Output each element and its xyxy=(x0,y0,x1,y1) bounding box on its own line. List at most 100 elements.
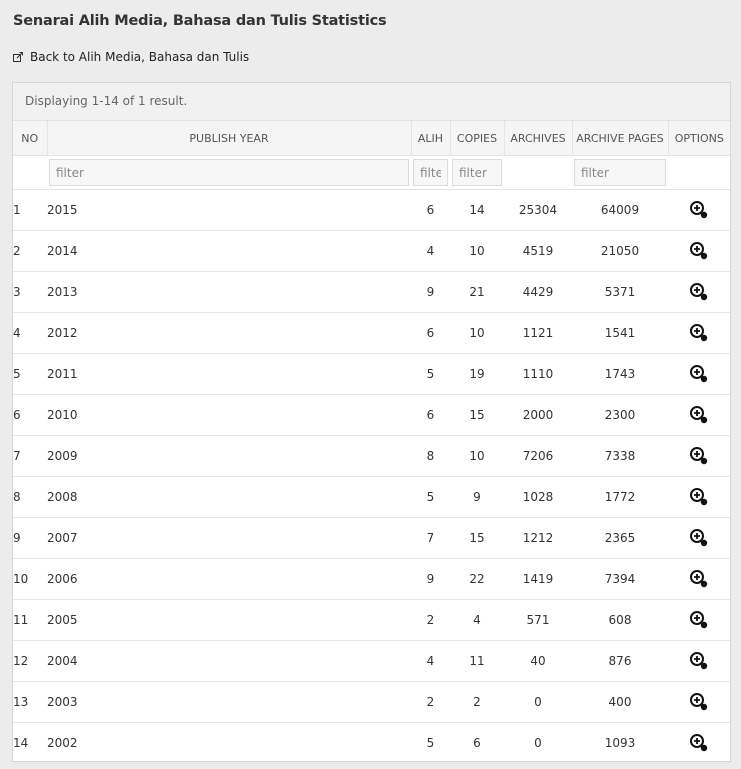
cell-options xyxy=(668,189,730,231)
cell-alih: 6 xyxy=(411,394,450,436)
table-row: 4 2012 6 10 1121 1541 xyxy=(13,312,730,354)
cell-no: 5 xyxy=(13,353,47,395)
cell-alih: 5 xyxy=(411,722,450,764)
publish-year-filter-input[interactable] xyxy=(49,159,409,186)
cell-archives: 4519 xyxy=(504,230,572,272)
copies-filter-input[interactable] xyxy=(452,159,502,186)
cell-publish-year: 2010 xyxy=(47,394,411,436)
table-row: 3 2013 9 21 4429 5371 xyxy=(13,271,730,313)
cell-options xyxy=(668,476,730,518)
table-row: 2 2014 4 10 4519 21050 xyxy=(13,230,730,272)
cell-copies: 11 xyxy=(450,640,504,682)
column-header-copies[interactable]: COPIES xyxy=(450,121,505,156)
zoom-in-icon[interactable] xyxy=(689,651,709,671)
cell-alih: 9 xyxy=(411,271,450,313)
cell-options xyxy=(668,558,730,600)
cell-alih: 5 xyxy=(411,353,450,395)
zoom-in-icon[interactable] xyxy=(689,364,709,384)
zoom-in-icon[interactable] xyxy=(689,733,709,753)
cell-archive-pages: 1541 xyxy=(572,312,668,354)
back-link-label[interactable]: Back to Alih Media, Bahasa dan Tulis xyxy=(30,50,249,64)
cell-archives: 0 xyxy=(504,722,572,764)
cell-copies: 14 xyxy=(450,189,504,231)
cell-archive-pages: 1772 xyxy=(572,476,668,518)
cell-archive-pages: 1093 xyxy=(572,722,668,764)
cell-publish-year: 2002 xyxy=(47,722,411,764)
column-header-no[interactable]: NO xyxy=(13,121,48,156)
table-row: 8 2008 5 9 1028 1772 xyxy=(13,476,730,518)
back-link[interactable]: Back to Alih Media, Bahasa dan Tulis xyxy=(13,50,249,64)
cell-options xyxy=(668,230,730,272)
cell-publish-year: 2012 xyxy=(47,312,411,354)
cell-no: 14 xyxy=(13,722,47,764)
cell-no: 3 xyxy=(13,271,47,313)
zoom-in-icon[interactable] xyxy=(689,241,709,261)
cell-no: 11 xyxy=(13,599,47,641)
cell-no: 7 xyxy=(13,435,47,477)
zoom-in-icon[interactable] xyxy=(689,446,709,466)
cell-archive-pages: 64009 xyxy=(572,189,668,231)
column-header-archives[interactable]: ARCHIVES xyxy=(504,121,573,156)
cell-alih: 8 xyxy=(411,435,450,477)
cell-publish-year: 2005 xyxy=(47,599,411,641)
cell-copies: 10 xyxy=(450,312,504,354)
cell-archives: 7206 xyxy=(504,435,572,477)
column-header-publish-year[interactable]: PUBLISH YEAR xyxy=(47,121,412,156)
filter-cell-archive-pages xyxy=(572,155,668,190)
cell-publish-year: 2008 xyxy=(47,476,411,518)
zoom-in-icon[interactable] xyxy=(689,405,709,425)
cell-no: 13 xyxy=(13,681,47,723)
table-row: 10 2006 9 22 1419 7394 xyxy=(13,558,730,600)
grid-summary: Displaying 1-14 of 1 result. xyxy=(13,83,730,121)
cell-publish-year: 2007 xyxy=(47,517,411,559)
cell-copies: 4 xyxy=(450,599,504,641)
cell-alih: 7 xyxy=(411,517,450,559)
column-header-archive-pages[interactable]: ARCHIVE PAGES xyxy=(572,121,669,156)
statistics-grid: Displaying 1-14 of 1 result. NO PUBLISH … xyxy=(12,82,731,764)
cell-options xyxy=(668,435,730,477)
table-row: 14 2002 5 6 0 1093 xyxy=(13,722,730,764)
zoom-in-icon[interactable] xyxy=(689,282,709,302)
cell-alih: 4 xyxy=(411,230,450,272)
cell-copies: 9 xyxy=(450,476,504,518)
cell-no: 4 xyxy=(13,312,47,354)
cell-alih: 2 xyxy=(411,681,450,723)
zoom-in-icon[interactable] xyxy=(689,610,709,630)
cell-publish-year: 2004 xyxy=(47,640,411,682)
table-row: 12 2004 4 11 40 876 xyxy=(13,640,730,682)
zoom-in-icon[interactable] xyxy=(689,692,709,712)
zoom-in-icon[interactable] xyxy=(689,487,709,507)
column-header-alih[interactable]: ALIH xyxy=(411,121,451,156)
cell-alih: 9 xyxy=(411,558,450,600)
cell-archives: 2000 xyxy=(504,394,572,436)
zoom-in-icon[interactable] xyxy=(689,323,709,343)
column-header-options: OPTIONS xyxy=(668,121,730,156)
cell-archives: 40 xyxy=(504,640,572,682)
filter-cell-publish-year xyxy=(47,155,411,190)
table-row: 11 2005 2 4 571 608 xyxy=(13,599,730,641)
cell-copies: 2 xyxy=(450,681,504,723)
filter-cell-empty xyxy=(13,155,47,190)
cell-publish-year: 2014 xyxy=(47,230,411,272)
cell-copies: 15 xyxy=(450,394,504,436)
cell-archives: 0 xyxy=(504,681,572,723)
filter-cell-empty xyxy=(504,155,572,190)
cell-no: 9 xyxy=(13,517,47,559)
zoom-in-icon[interactable] xyxy=(689,528,709,548)
table-row: 1 2015 6 14 25304 64009 xyxy=(13,189,730,231)
table-body: 1 2015 6 14 25304 64009 2 2014 4 10 4519 21050 3 2013… xyxy=(13,189,730,764)
cell-archive-pages: 608 xyxy=(572,599,668,641)
external-link-icon xyxy=(13,51,23,62)
cell-archive-pages: 1743 xyxy=(572,353,668,395)
zoom-in-icon[interactable] xyxy=(689,569,709,589)
zoom-in-icon[interactable] xyxy=(689,200,709,220)
statistics-table: NO PUBLISH YEAR ALIH COPIES ARCHIVES ARC… xyxy=(13,121,730,764)
cell-archives: 4429 xyxy=(504,271,572,313)
alih-filter-input[interactable] xyxy=(413,159,448,186)
cell-publish-year: 2009 xyxy=(47,435,411,477)
cell-archives: 25304 xyxy=(504,189,572,231)
archive-pages-filter-input[interactable] xyxy=(574,159,666,186)
cell-archive-pages: 7338 xyxy=(572,435,668,477)
cell-no: 12 xyxy=(13,640,47,682)
cell-no: 10 xyxy=(13,558,47,600)
